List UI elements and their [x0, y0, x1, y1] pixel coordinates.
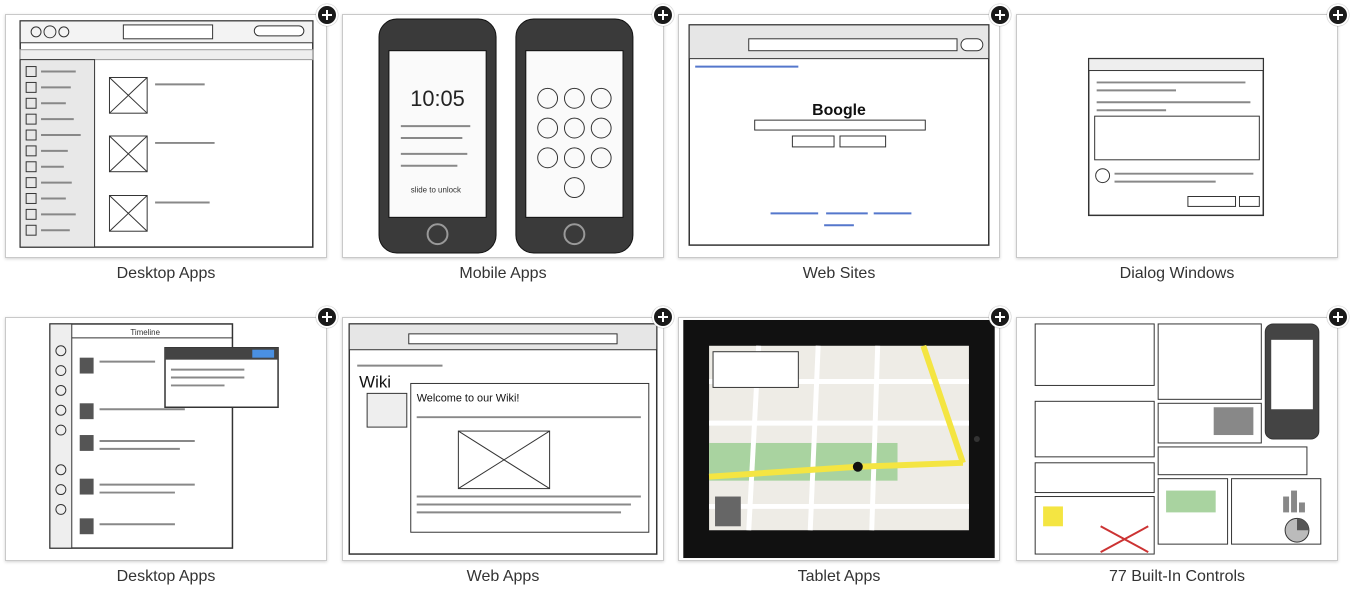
wiki-title-text: Wiki: [359, 372, 391, 391]
add-dialog-windows-plus-icon[interactable]: [1327, 4, 1349, 26]
template-card-web-sites[interactable]: Boogle: [678, 14, 1000, 258]
desktop-apps-twitter-thumbnail: Timeline: [49, 323, 279, 549]
add-built-in-controls-plus-icon[interactable]: [1327, 306, 1349, 328]
wiki-welcome-text: Welcome to our Wiki!: [417, 392, 520, 404]
template-label: 77 Built-In Controls: [1108, 568, 1246, 585]
web-sites-thumbnail: Boogle: [688, 24, 990, 246]
web-apps-thumbnail: Wiki Welcome to our Wiki!: [348, 323, 658, 555]
desktop-apps-thumbnail: [19, 20, 314, 248]
tablet-apps-thumbnail: [683, 319, 995, 559]
mobile-apps-thumbnail: 10:05 slide to unlock: [378, 18, 634, 254]
template-label: Dialog Windows: [1119, 265, 1235, 282]
template-card-desktop-apps-twitter[interactable]: Timeline: [5, 317, 327, 561]
twitter-title-text: Timeline: [130, 328, 160, 337]
add-web-sites-plus-icon[interactable]: [989, 4, 1011, 26]
template-label: Desktop Apps: [116, 568, 216, 585]
template-label: Web Sites: [802, 265, 876, 282]
template-card-mobile-apps[interactable]: 10:05 slide to unlock: [342, 14, 664, 258]
add-web-apps-plus-icon[interactable]: [652, 306, 674, 328]
template-label: Tablet Apps: [797, 568, 881, 585]
add-desktop-apps-twitter-plus-icon[interactable]: [316, 306, 338, 328]
template-card-desktop-apps[interactable]: [5, 14, 327, 258]
template-card-built-in-controls[interactable]: [1016, 317, 1338, 561]
mobile-time-text: 10:05: [410, 86, 465, 111]
add-desktop-apps-plus-icon[interactable]: [316, 4, 338, 26]
template-card-dialog-windows[interactable]: [1016, 14, 1338, 258]
web-logo-text: Boogle: [812, 102, 866, 119]
add-mobile-apps-plus-icon[interactable]: [652, 4, 674, 26]
dialog-windows-thumbnail: [1087, 57, 1265, 217]
template-label: Desktop Apps: [116, 265, 216, 282]
template-card-web-apps[interactable]: Wiki Welcome to our Wiki!: [342, 317, 664, 561]
template-card-tablet-apps[interactable]: [678, 317, 1000, 561]
built-in-controls-thumbnail: [1034, 323, 1322, 555]
slide-to-unlock-text: slide to unlock: [411, 186, 461, 195]
add-tablet-apps-plus-icon[interactable]: [989, 306, 1011, 328]
template-label: Mobile Apps: [459, 265, 547, 282]
template-label: Web Apps: [466, 568, 540, 585]
